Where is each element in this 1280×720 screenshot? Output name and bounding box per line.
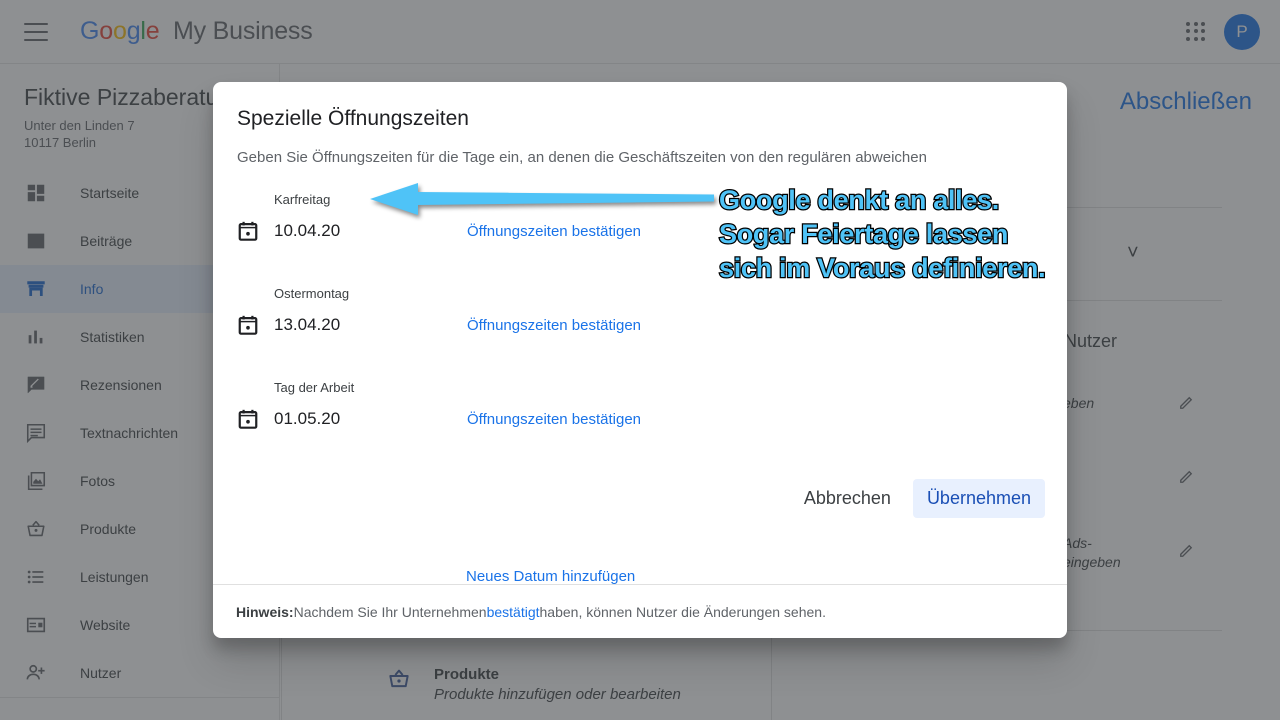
calendar-icon[interactable] (237, 220, 259, 242)
dialog-footer-note: Hinweis: Nachdem Sie Ihr Unternehmen bes… (213, 584, 1067, 638)
dialog-title: Spezielle Öffnungszeiten (237, 107, 469, 130)
holiday-name: Ostermontag (274, 286, 350, 301)
holiday-name: Tag der Arbeit (274, 380, 355, 395)
special-hours-entry: Ostermontag 13.04.20 Öffnungszeiten best… (237, 286, 641, 336)
holiday-date[interactable]: 01.05.20 (274, 409, 467, 429)
holiday-row: 13.04.20 Öffnungszeiten bestätigen (237, 314, 641, 336)
special-hours-entry: Tag der Arbeit 01.05.20 Öffnungszeiten b… (237, 380, 641, 430)
special-hours-dialog: Spezielle Öffnungszeiten Geben Sie Öffnu… (213, 82, 1067, 638)
apply-button[interactable]: Übernehmen (912, 479, 1045, 518)
holiday-row: 01.05.20 Öffnungszeiten bestätigen (237, 408, 641, 430)
confirm-hours-link[interactable]: Öffnungszeiten bestätigen (467, 411, 641, 428)
screen: Google My Business P Fiktive Pizzaberatu… (0, 0, 1280, 720)
calendar-icon[interactable] (237, 314, 259, 336)
holiday-date[interactable]: 10.04.20 (274, 221, 467, 241)
dialog-subtitle: Geben Sie Öffnungszeiten für die Tage ei… (237, 149, 927, 166)
holiday-date[interactable]: 13.04.20 (274, 315, 467, 335)
annotation-line-2: Sogar Feiertage lassen (718, 218, 1010, 251)
annotation-line-3: sich im Voraus definieren. (718, 252, 1047, 285)
confirm-hours-link[interactable]: Öffnungszeiten bestätigen (467, 223, 641, 240)
add-date-link[interactable]: Neues Datum hinzufügen (466, 568, 635, 585)
holiday-row: 10.04.20 Öffnungszeiten bestätigen (237, 220, 641, 242)
annotation-text: Google denkt an alles. Sogar Feiertage l… (718, 183, 1099, 285)
annotation-line-1: Google denkt an alles. (718, 184, 1001, 217)
footer-note-text-before: Nachdem Sie Ihr Unternehmen (293, 603, 487, 620)
footer-note-text-after: haben, können Nutzer die Änderungen sehe… (539, 603, 826, 620)
calendar-icon[interactable] (237, 408, 259, 430)
footer-note-label: Hinweis: (236, 603, 294, 620)
verify-business-link[interactable]: bestätigt (487, 604, 540, 620)
confirm-hours-link[interactable]: Öffnungszeiten bestätigen (467, 317, 641, 334)
cancel-button[interactable]: Abbrechen (790, 479, 905, 518)
left-arrow-annotation (370, 183, 714, 215)
dialog-actions: Abbrechen Übernehmen (790, 479, 1045, 518)
